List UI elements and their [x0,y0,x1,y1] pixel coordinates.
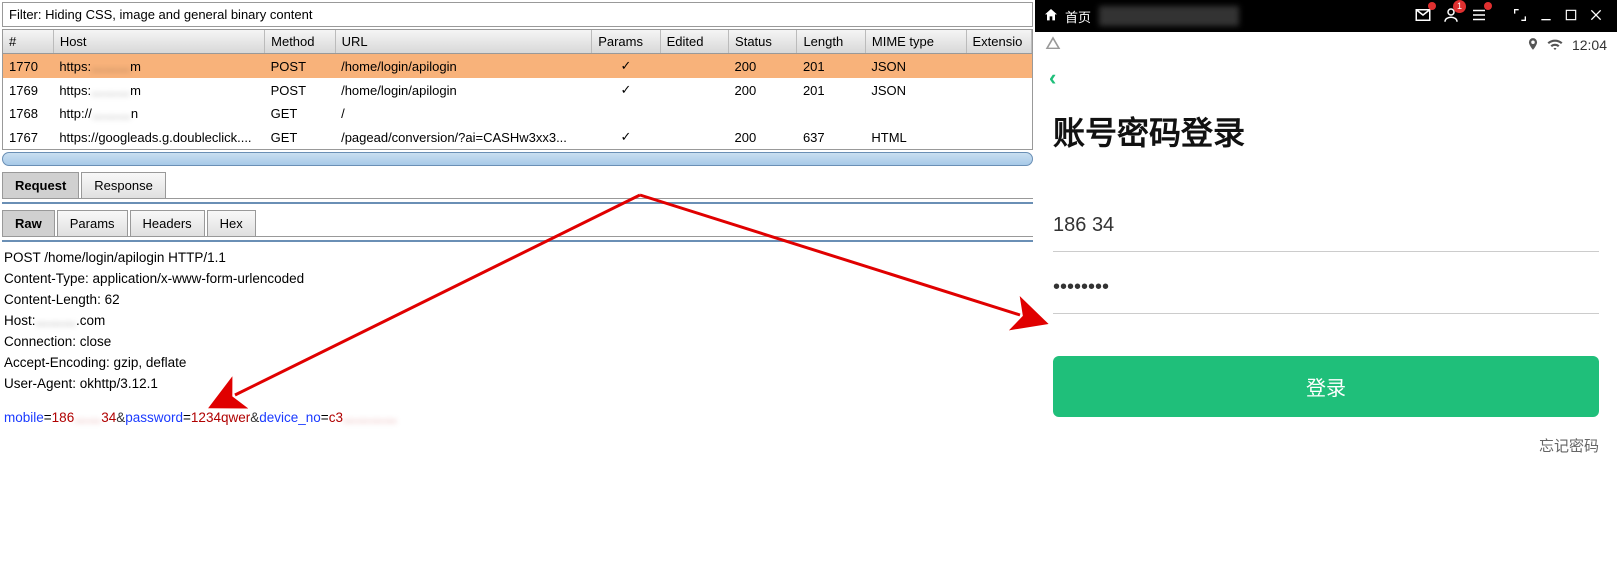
emulator-toolbar: 首页 1 [1035,0,1617,32]
table-header-row: # Host Method URL Params Edited Status L… [3,30,1032,54]
minimize-icon[interactable] [1538,7,1554,26]
col-params[interactable]: Params [592,30,660,54]
expand-icon[interactable] [1512,7,1528,26]
col-edited[interactable]: Edited [660,30,728,54]
mobile-status-bar: 12:04 [1035,32,1617,58]
back-icon[interactable]: ‹ [1049,65,1056,91]
location-icon [1526,37,1540,54]
raw-line: Content-Type: application/x-www-form-url… [4,269,1031,290]
address-blur [1099,6,1239,26]
password-field[interactable]: •••••••• [1053,266,1599,314]
table-row[interactable]: 1769https:………mPOST/home/login/apilogin✓2… [3,78,1032,102]
col-url[interactable]: URL [335,30,592,54]
request-response-tabs: Request Response [2,172,1033,199]
col-num[interactable]: # [3,30,53,54]
table-row[interactable]: 1770https:………mPOST/home/login/apilogin✓2… [3,54,1032,79]
tab-params[interactable]: Params [57,210,128,236]
back-row: ‹ [1035,58,1617,98]
tab-raw[interactable]: Raw [2,210,55,236]
raw-line: POST /home/login/apilogin HTTP/1.1 [4,248,1031,269]
mail-icon[interactable] [1414,6,1432,27]
close-icon[interactable] [1588,7,1604,26]
raw-line: Host:……….com [4,311,1031,332]
table-row[interactable]: 1767https://googleads.g.doubleclick....G… [3,125,1032,149]
col-host[interactable]: Host [53,30,264,54]
col-status[interactable]: Status [729,30,797,54]
table-row[interactable]: 1768http://………nGET/ [3,102,1032,125]
phone-field[interactable]: 186 34 [1053,204,1599,252]
tab-response[interactable]: Response [81,172,166,198]
col-length[interactable]: Length [797,30,865,54]
forgot-password-link[interactable]: 忘记密码 [1053,435,1599,456]
warning-icon [1045,35,1061,56]
col-mime[interactable]: MIME type [865,30,966,54]
horizontal-scrollbar[interactable] [2,152,1033,166]
col-ext[interactable]: Extensio [966,30,1032,54]
home-icon[interactable] [1043,7,1059,26]
notification-dot [1428,2,1436,10]
filter-bar[interactable]: Filter: Hiding CSS, image and general bi… [2,2,1033,27]
tab-request[interactable]: Request [2,172,79,198]
home-label[interactable]: 首页 [1065,7,1091,26]
tab-hex[interactable]: Hex [207,210,256,236]
maximize-icon[interactable] [1564,8,1578,25]
raw-request-content[interactable]: POST /home/login/apilogin HTTP/1.1 Conte… [2,244,1033,433]
notification-count: 1 [1453,0,1466,13]
tab-headers[interactable]: Headers [130,210,205,236]
user-icon[interactable]: 1 [1442,6,1460,27]
separator [2,240,1033,242]
request-body: mobile=186……34&password=1234qwer&device_… [4,408,1031,429]
separator [2,202,1033,204]
view-tabs: Raw Params Headers Hex [2,210,1033,237]
clock-time: 12:04 [1572,37,1607,53]
raw-line: User-Agent: okhttp/3.12.1 [4,374,1031,395]
wifi-icon [1546,35,1564,56]
menu-icon[interactable] [1470,6,1488,27]
login-title: 账号密码登录 [1053,108,1599,154]
http-history-table: # Host Method URL Params Edited Status L… [2,29,1033,150]
login-button[interactable]: 登录 [1053,356,1599,417]
raw-line: Connection: close [4,332,1031,353]
raw-line: Content-Length: 62 [4,290,1031,311]
notification-dot [1484,2,1492,10]
raw-line: Accept-Encoding: gzip, deflate [4,353,1031,374]
col-method[interactable]: Method [265,30,335,54]
